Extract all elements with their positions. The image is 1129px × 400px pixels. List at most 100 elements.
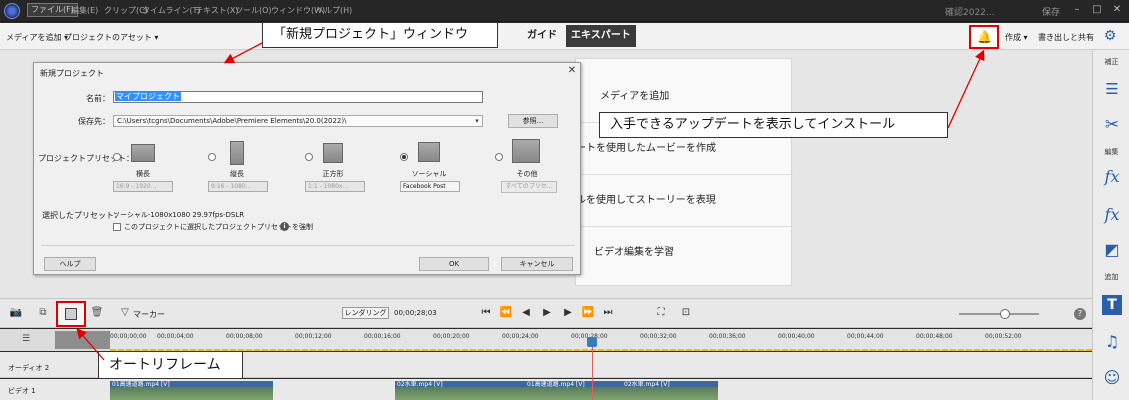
- chevron-down-icon[interactable]: ▾: [472, 116, 482, 126]
- preset-radio-social[interactable]: [400, 153, 408, 161]
- camera-icon[interactable]: 📷: [9, 307, 23, 319]
- name-label: 名前：: [86, 94, 110, 103]
- ok-button[interactable]: OK: [419, 257, 489, 271]
- audio-track-2-label: オーディオ 2: [8, 364, 50, 372]
- preset-radio-square[interactable]: [305, 153, 313, 161]
- timeline-clip[interactable]: 02水車.mp4 [V]: [395, 381, 525, 400]
- menu-text[interactable]: テキスト(X): [195, 5, 238, 16]
- top-toolbar: メディアを追加 ▾ プロジェクトのアセット ▾ ガイド エキスパート 🔔 作成 …: [0, 23, 1129, 50]
- maximize-icon[interactable]: □: [1090, 3, 1104, 17]
- browse-button[interactable]: 参照...: [508, 114, 558, 128]
- preset-radio-other[interactable]: [495, 153, 503, 161]
- location-label: 保存先：: [78, 117, 110, 126]
- app-logo-icon: [4, 3, 20, 19]
- help-button[interactable]: ヘルプ: [44, 257, 96, 271]
- minimize-icon[interactable]: –: [1070, 3, 1084, 17]
- adjust-sliders-icon[interactable]: ☰: [1102, 79, 1122, 99]
- go-to-end-icon[interactable]: ⏭: [601, 307, 615, 319]
- menu-timeline[interactable]: タイムライン(T): [142, 5, 201, 16]
- preset-name-portrait: 縦長: [230, 170, 244, 178]
- callout-new-project-window: 「新規プロジェクト」ウィンドウ: [262, 22, 498, 48]
- ruler-tick-label: 00;00;52;00: [985, 333, 1022, 340]
- portrait-thumb-icon: [230, 141, 244, 165]
- project-name-input[interactable]: マイプロジェクト: [113, 91, 483, 103]
- create-menu[interactable]: 作成 ▾: [1005, 32, 1028, 43]
- save-button[interactable]: 保存: [1042, 5, 1060, 18]
- preset-radio-portrait[interactable]: [208, 153, 216, 161]
- transitions-icon[interactable]: ◩: [1102, 240, 1122, 260]
- close-icon[interactable]: ✕: [1110, 3, 1124, 17]
- marker-label[interactable]: マーカー: [133, 309, 165, 320]
- timeline-clip[interactable]: 01高速道路.mp4 [V]: [110, 381, 273, 400]
- timeline-clip[interactable]: 01高速道路.mp4 [V]: [525, 381, 622, 400]
- callout-updates: 入手できるアップデートを表示してインストール: [599, 112, 948, 138]
- auto-reframe-button[interactable]: [56, 301, 86, 327]
- marker-icon[interactable]: ▽: [118, 307, 132, 319]
- export-share-menu[interactable]: 書き出しと共有: [1038, 32, 1094, 43]
- save-location-select[interactable]: C:\Users\tcgns\Documents\Adobe\Premiere …: [113, 115, 483, 127]
- add-media-menu[interactable]: メディアを追加 ▾: [6, 32, 68, 43]
- clip-title: 01高速道路.mp4 [V]: [527, 381, 585, 388]
- guide-learn-editing[interactable]: ビデオ編集を学習: [576, 227, 793, 279]
- next-frame-icon[interactable]: ▶: [561, 307, 575, 319]
- effects-icon[interactable]: fx: [1102, 167, 1122, 187]
- menu-edit[interactable]: 編集(E): [71, 5, 98, 16]
- updates-bell-button[interactable]: 🔔: [969, 25, 999, 49]
- preset-select-social[interactable]: Facebook Post: [400, 181, 460, 192]
- applied-effects-icon[interactable]: fx: [1102, 205, 1122, 225]
- trash-icon[interactable]: 🗑: [90, 307, 104, 319]
- guide-tell-story[interactable]: ルを使用してストーリーを表現: [576, 175, 793, 227]
- help-icon[interactable]: ?: [1074, 308, 1086, 320]
- track-options-icon[interactable]: ☰: [22, 334, 36, 344]
- dialog-close-icon[interactable]: ✕: [566, 65, 578, 77]
- export-frame-icon[interactable]: ⧉: [36, 307, 50, 319]
- prev-frame-icon[interactable]: ◀: [519, 307, 533, 319]
- go-to-start-icon[interactable]: ⏮: [479, 307, 493, 319]
- full-screen-icon[interactable]: ⛶: [654, 307, 668, 319]
- playhead-handle[interactable]: [587, 337, 597, 347]
- add-label: 追加: [1104, 273, 1119, 281]
- tab-expert[interactable]: エキスパート: [566, 25, 636, 47]
- ruler-tick-label: 00;00;00;00: [110, 333, 147, 340]
- tab-guide[interactable]: ガイド: [520, 26, 564, 46]
- project-name-value: マイプロジェクト: [115, 92, 181, 101]
- gear-icon[interactable]: ⚙: [1102, 28, 1118, 44]
- ruler-tick-label: 00;00;20;00: [433, 333, 470, 340]
- preset-select-portrait[interactable]: 9:16 - 1080...: [208, 181, 268, 192]
- titles-icon[interactable]: T: [1102, 295, 1122, 315]
- ruler-tick-label: 00;00;48;00: [916, 333, 953, 340]
- music-icon[interactable]: ♫: [1102, 332, 1122, 352]
- ruler-tick-label: 00;00;24;00: [502, 333, 539, 340]
- dialog-title: 新規プロジェクト: [40, 69, 104, 78]
- right-tool-panel: 補正 ☰ ✂ 編集 fx fx ◩ 追加 T ♫ ☺: [1092, 50, 1129, 400]
- zoom-slider[interactable]: [959, 313, 1039, 315]
- render-button[interactable]: レンダリング: [342, 307, 389, 319]
- info-icon[interactable]: i: [280, 222, 289, 231]
- play-icon[interactable]: ▶: [540, 307, 554, 319]
- cancel-button[interactable]: キャンセル: [501, 257, 573, 271]
- fit-icon[interactable]: ⊡: [679, 307, 693, 319]
- zoom-slider-handle[interactable]: [1000, 309, 1010, 319]
- preset-select-landscape[interactable]: 16:9 - 1920...: [113, 181, 173, 192]
- selected-preset-label: 選択したプリセット：: [42, 211, 122, 220]
- step-forward-icon[interactable]: ⏩: [581, 307, 595, 319]
- all-presets-button[interactable]: すべてのプリセ...: [501, 181, 557, 193]
- preset-radio-landscape[interactable]: [113, 153, 121, 161]
- menu-tools[interactable]: ツール(O): [235, 5, 272, 16]
- square-thumb-icon: [323, 143, 343, 163]
- preset-select-square[interactable]: 1:1 - 1080x...: [305, 181, 365, 192]
- preset-name-square: 正方形: [322, 170, 344, 178]
- callout-auto-reframe: オートリフレーム: [98, 351, 243, 379]
- tools-icon[interactable]: ✂: [1102, 115, 1122, 135]
- menu-bar: ファイル(F) 編集(E) クリップ(C) タイムライン(T) テキスト(X) …: [0, 0, 1129, 22]
- force-preset-checkbox[interactable]: [113, 223, 121, 231]
- ruler-tick-label: 00;00;44;00: [847, 333, 884, 340]
- ruler-work-area: [55, 331, 110, 349]
- project-assets-menu[interactable]: プロジェクトのアセット ▾: [64, 32, 158, 43]
- graphics-icon[interactable]: ☺: [1102, 368, 1122, 388]
- clip-title: 02水車.mp4 [V]: [397, 381, 443, 388]
- ruler-tick-label: 00;00;04;00: [157, 333, 194, 340]
- timeline-clip[interactable]: 02水車.mp4 [V]: [622, 381, 718, 400]
- step-back-icon[interactable]: ⏪: [499, 307, 513, 319]
- menu-help[interactable]: ヘルプ(H): [316, 5, 352, 16]
